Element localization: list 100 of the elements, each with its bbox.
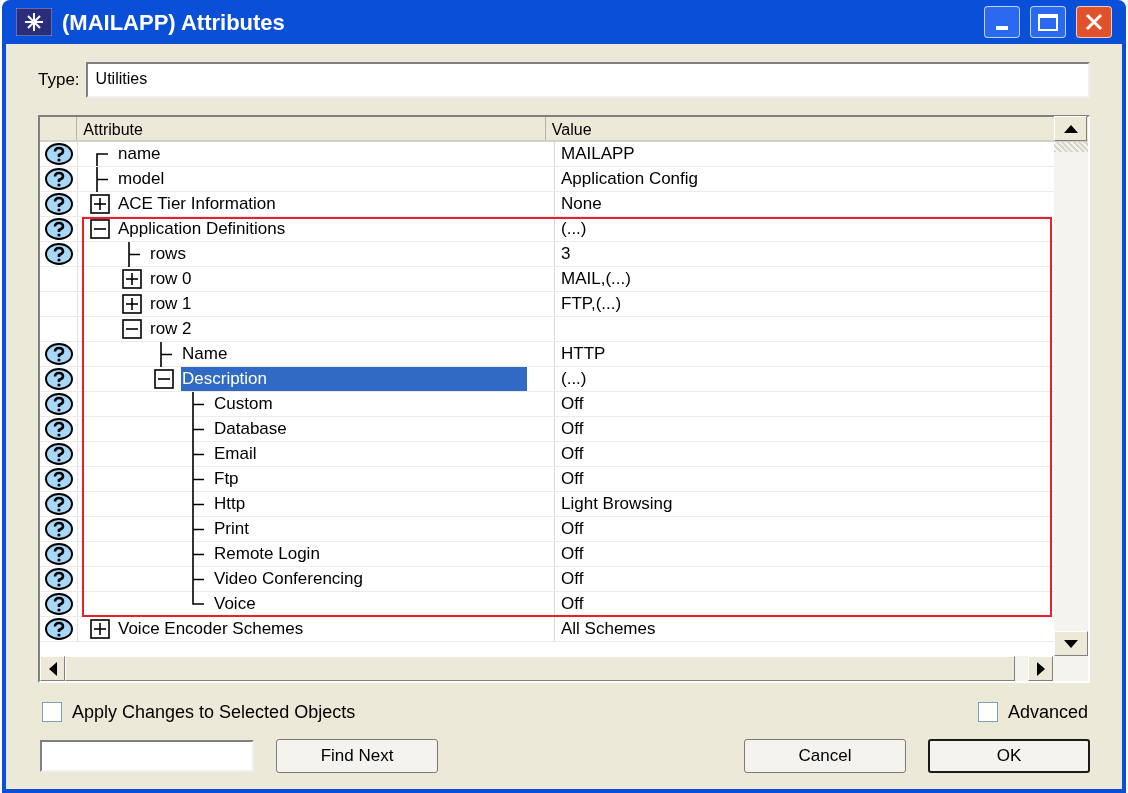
help-icon[interactable] xyxy=(44,393,73,415)
value-text[interactable]: Off xyxy=(561,591,584,617)
help-icon[interactable] xyxy=(44,443,73,465)
value-text[interactable]: Off xyxy=(561,441,584,467)
help-icon[interactable] xyxy=(44,418,73,440)
checkbox[interactable] xyxy=(42,702,62,722)
attribute-name[interactable]: Video Conferencing xyxy=(213,567,364,591)
tree-connector xyxy=(192,441,204,467)
expand-icon[interactable] xyxy=(90,194,110,214)
tree-connector xyxy=(192,491,204,517)
help-icon[interactable] xyxy=(44,543,73,565)
value-text[interactable]: Off xyxy=(561,516,584,542)
arrow-down-icon xyxy=(1063,639,1078,648)
arrow-right-icon xyxy=(1036,661,1045,676)
checkbox[interactable] xyxy=(977,702,998,722)
value-text[interactable]: Application Config xyxy=(561,166,699,192)
value-text[interactable]: None xyxy=(561,191,602,217)
help-icon[interactable] xyxy=(44,493,73,515)
app-icon xyxy=(16,8,52,36)
help-icon[interactable] xyxy=(44,568,73,590)
arrow-left-icon xyxy=(48,661,57,676)
checkbox-label[interactable]: Apply Changes to Selected Objects xyxy=(72,698,356,726)
attribute-name[interactable]: Voice Encoder Schemes xyxy=(117,617,305,641)
tree-connector xyxy=(160,341,172,367)
attribute-name[interactable]: Description xyxy=(181,367,528,391)
help-icon[interactable] xyxy=(44,243,73,265)
collapse-icon[interactable] xyxy=(90,219,110,239)
minimize-button[interactable] xyxy=(984,6,1020,38)
tree-connector xyxy=(192,416,204,442)
attribute-name[interactable]: Database xyxy=(213,417,288,441)
value-text[interactable]: Off xyxy=(561,391,584,417)
collapse-icon[interactable] xyxy=(122,319,142,339)
attribute-name[interactable]: Custom xyxy=(213,392,274,416)
attribute-name[interactable]: row 2 xyxy=(149,317,193,341)
help-icon[interactable] xyxy=(44,143,73,165)
type-label: Type: xyxy=(38,69,80,92)
column-header[interactable]: Value xyxy=(545,117,1054,140)
value-text[interactable]: Off xyxy=(561,416,584,442)
close-icon xyxy=(1084,12,1104,32)
value-text[interactable]: MAIL,(...) xyxy=(561,266,631,292)
attribute-name[interactable]: rows xyxy=(149,242,187,266)
help-icon[interactable] xyxy=(44,343,73,365)
scroll-right-button[interactable] xyxy=(1028,656,1053,681)
help-icon[interactable] xyxy=(44,518,73,540)
scroll-track[interactable] xyxy=(1053,142,1088,152)
window-title: (MAILAPP) Attributes xyxy=(62,8,286,37)
value-text[interactable]: HTTP xyxy=(561,341,606,367)
scroll-left-button[interactable] xyxy=(40,656,65,681)
value-text[interactable]: All Schemes xyxy=(561,616,656,642)
arrow-up-icon xyxy=(1063,124,1078,133)
help-icon[interactable] xyxy=(44,593,73,615)
type-field[interactable]: Utilities xyxy=(85,62,1090,98)
attribute-name[interactable]: model xyxy=(117,167,166,191)
value-text[interactable]: Off xyxy=(561,541,584,567)
tree-connector xyxy=(128,241,140,267)
attribute-name[interactable]: Http xyxy=(213,492,247,516)
value-text[interactable]: Off xyxy=(561,566,584,592)
dialog-button[interactable]: OK xyxy=(928,739,1090,773)
tree-connector xyxy=(192,541,204,567)
attribute-name[interactable]: Ftp xyxy=(213,467,240,491)
scroll-up-button[interactable] xyxy=(1054,116,1088,141)
checkbox-label[interactable]: Advanced xyxy=(1007,698,1088,726)
expand-icon[interactable] xyxy=(122,294,142,314)
search-field[interactable] xyxy=(40,740,254,772)
value-text[interactable]: 3 xyxy=(561,241,571,267)
value-text[interactable]: (...) xyxy=(561,216,587,242)
tree-connector xyxy=(192,466,204,492)
close-button[interactable] xyxy=(1076,6,1112,38)
tree-connector xyxy=(192,391,204,417)
attribute-name[interactable]: Email xyxy=(213,442,258,466)
value-text[interactable]: (...) xyxy=(561,366,587,392)
help-icon[interactable] xyxy=(44,193,73,215)
value-text[interactable]: Light Browsing xyxy=(561,491,673,517)
help-icon[interactable] xyxy=(44,168,73,190)
tree-connector xyxy=(192,516,204,542)
maximize-button[interactable] xyxy=(1030,6,1066,38)
dialog-button[interactable]: Find Next xyxy=(276,739,438,773)
dialog-button[interactable]: Cancel xyxy=(744,739,906,773)
help-icon[interactable] xyxy=(44,618,73,640)
attribute-name[interactable]: name xyxy=(117,142,162,166)
column-header[interactable]: Attribute xyxy=(77,117,546,140)
attribute-name[interactable]: Name xyxy=(181,342,229,366)
help-icon[interactable] xyxy=(44,368,73,390)
value-text[interactable]: MAILAPP xyxy=(561,142,635,167)
attribute-name[interactable]: Print xyxy=(213,517,250,541)
attribute-name[interactable]: row 0 xyxy=(149,267,193,291)
attribute-name[interactable]: Application Definitions xyxy=(117,217,287,241)
value-text[interactable]: FTP,(...) xyxy=(561,291,622,317)
vertical-scrollbar[interactable] xyxy=(1053,142,1088,656)
scroll-down-button[interactable] xyxy=(1053,631,1088,656)
help-icon[interactable] xyxy=(44,468,73,490)
attribute-name[interactable]: ACE Tier Information xyxy=(117,192,277,216)
expand-icon[interactable] xyxy=(90,619,110,639)
attribute-name[interactable]: Remote Login xyxy=(213,542,321,566)
value-text[interactable]: Off xyxy=(561,466,584,492)
collapse-icon[interactable] xyxy=(154,369,174,389)
expand-icon[interactable] xyxy=(122,269,142,289)
help-icon[interactable] xyxy=(44,218,73,240)
attribute-name[interactable]: Voice xyxy=(213,592,257,616)
attribute-name[interactable]: row 1 xyxy=(149,292,193,316)
